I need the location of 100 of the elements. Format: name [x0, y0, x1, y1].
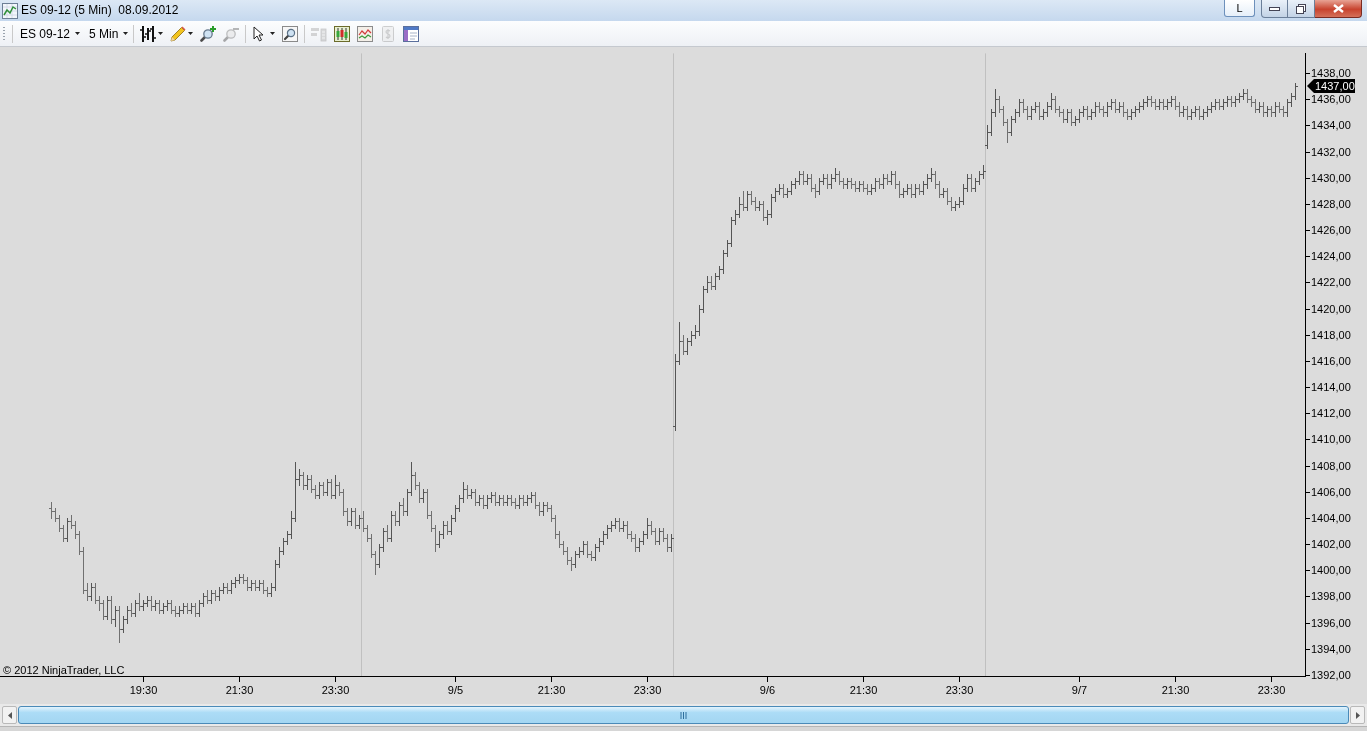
scroll-right-button[interactable] [1350, 706, 1365, 724]
price-bar-wick [75, 520, 76, 540]
price-bar-wick [423, 488, 424, 504]
price-bar-wick [527, 494, 528, 507]
price-bar-wick [511, 494, 512, 507]
price-bar-wick [739, 196, 740, 219]
price-bar-wick [1123, 101, 1124, 118]
price-bar-wick [219, 586, 220, 602]
price-bar-wick [607, 524, 608, 540]
arrow-left-icon [7, 711, 12, 719]
price-bar-wick [367, 524, 368, 543]
price-bar-wick [603, 530, 604, 546]
price-bar-wick [931, 167, 932, 183]
price-bar-wick [1219, 98, 1220, 111]
price-bar-wick [223, 582, 224, 595]
price-bar-wick [767, 209, 768, 226]
price-bar-wick [399, 501, 400, 527]
properties-button[interactable] [401, 23, 422, 44]
indicators-button[interactable] [355, 23, 376, 44]
restore-icon [1296, 3, 1306, 14]
price-bar-wick [755, 196, 756, 212]
price-bar-wick [1155, 98, 1156, 111]
price-bar-wick [1275, 101, 1276, 118]
price-bar-wick [667, 533, 668, 553]
price-bar-wick [979, 170, 980, 186]
price-bar-wick [331, 478, 332, 500]
price-bar-wick [1159, 98, 1160, 111]
price-bar-wick [539, 501, 540, 517]
price-bar-wick [983, 164, 984, 180]
price-bar-wick [875, 177, 876, 193]
bar-style-button[interactable] [138, 23, 166, 44]
price-bar-wick [743, 190, 744, 212]
price-bar-wick [795, 177, 796, 190]
price-bar-wick [371, 533, 372, 559]
y-tick-label: 1396,00 [1311, 616, 1351, 629]
price-bar-wick [519, 494, 520, 510]
price-bar-wick [1239, 92, 1240, 104]
price-bar-wick [1063, 108, 1064, 124]
price-bar-wick [1207, 105, 1208, 118]
price-bar-wick [271, 582, 272, 598]
price-bar-wick [1099, 101, 1100, 114]
price-bar-wick [295, 461, 296, 523]
price-bar-wick [59, 514, 60, 533]
y-tick-label: 1438,00 [1311, 67, 1351, 80]
price-bar-wick [235, 576, 236, 589]
price-bar-wick [347, 507, 348, 527]
price-bar-wick [1007, 118, 1008, 144]
y-tick-label: 1398,00 [1311, 590, 1351, 603]
price-bar-wick [1011, 115, 1012, 137]
price-bar-wick [131, 602, 132, 618]
zoom-button[interactable] [280, 23, 301, 44]
y-tick-label: 1402,00 [1311, 538, 1351, 551]
caret-icon [188, 32, 194, 35]
instrument-dropdown[interactable]: ES 09-12 [19, 24, 82, 43]
price-bar-wick [487, 494, 488, 510]
price-bar-wick [723, 249, 724, 275]
dollar-icon [380, 25, 397, 42]
price-bar-wick [55, 507, 56, 523]
x-tick-label: 23:30 [945, 684, 974, 696]
price-bar-wick [627, 520, 628, 540]
zoom-in-button[interactable] [198, 23, 219, 44]
price-bar-wick [1287, 98, 1288, 118]
price-bar-wick [435, 524, 436, 553]
price-bar-wick [763, 200, 764, 222]
scrollbar-thumb[interactable] [18, 706, 1349, 724]
price-bar-wick [471, 488, 472, 500]
scroll-left-button[interactable] [2, 706, 17, 724]
price-bar-wick [555, 514, 556, 540]
minimize-button[interactable] [1261, 0, 1288, 18]
y-tick-label: 1426,00 [1311, 224, 1351, 237]
price-bar-wick [1091, 108, 1092, 121]
link-button[interactable]: L [1224, 0, 1255, 17]
line-chart-icon [357, 25, 374, 42]
price-bar-wick [1095, 101, 1096, 118]
price-bar-wick [1051, 92, 1052, 111]
price-bar-wick [439, 530, 440, 549]
restore-button[interactable] [1288, 0, 1315, 18]
candles-button[interactable] [332, 23, 353, 44]
price-bar-wick [99, 595, 100, 612]
price-bar-wick [1039, 101, 1040, 121]
price-bar-wick [999, 95, 1000, 114]
price-bar-wick [595, 543, 596, 562]
line-chart-icon [2, 3, 18, 19]
pointer-button[interactable] [250, 23, 278, 44]
interval-dropdown[interactable]: 5 Min [88, 24, 130, 43]
price-bar-wick [239, 573, 240, 585]
price-bar-wick [311, 474, 312, 494]
close-button[interactable] [1315, 0, 1362, 18]
x-tick-label: 21:30 [225, 684, 254, 696]
y-tick-label: 1394,00 [1311, 642, 1351, 655]
price-bar-wick [1191, 108, 1192, 121]
price-bar-wick [1227, 95, 1228, 108]
price-bar-wick [1179, 101, 1180, 118]
price-bar-wick [587, 540, 588, 559]
x-tick-label: 21:30 [849, 684, 878, 696]
price-bar-wick [611, 520, 612, 533]
price-bar-wick [307, 474, 308, 491]
price-bar-wick [1247, 88, 1248, 104]
price-bar-wick [719, 265, 720, 281]
price-bar-wick [639, 537, 640, 553]
